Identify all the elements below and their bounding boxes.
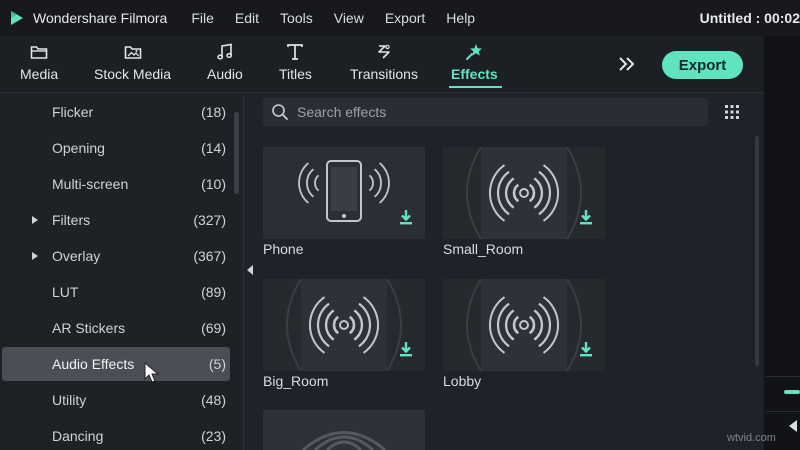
effect-thumbnail[interactable]	[263, 279, 425, 371]
active-tab-indicator	[449, 86, 502, 88]
menu-list: File Edit Tools View Export Help	[191, 10, 496, 26]
preview-progress-bar[interactable]	[766, 376, 800, 412]
collapse-sidebar-icon[interactable]	[247, 265, 253, 275]
sidebar-item-label: Overlay	[52, 248, 101, 264]
tab-effects[interactable]: Effects	[451, 41, 498, 82]
tab-transitions-label: Transitions	[350, 66, 418, 82]
effect-tile-big-room[interactable]: Big_Room	[263, 279, 425, 403]
search-box	[263, 98, 708, 126]
project-title: Untitled : 00:02	[699, 10, 800, 26]
sidebar-item-dancing[interactable]: Dancing (23)	[0, 419, 230, 450]
watermark: wtvid.com	[727, 432, 776, 444]
effect-tile-lobby[interactable]: Lobby	[443, 279, 605, 403]
effect-tile-small-room[interactable]: Small_Room	[443, 147, 605, 271]
tab-titles[interactable]: Titles	[279, 41, 312, 82]
menu-tools[interactable]: Tools	[280, 10, 313, 26]
preview-progress-fill	[784, 390, 800, 394]
sidebar-item-count: (89)	[201, 284, 226, 300]
effect-name: Small_Room	[443, 241, 524, 257]
tab-media-label: Media	[20, 66, 59, 82]
sidebar-item-count: (23)	[201, 428, 226, 444]
sidebar-item-label: Filters	[52, 212, 91, 228]
sidebar-item-count: (69)	[201, 320, 226, 336]
sidebar-item-lut[interactable]: LUT (89)	[0, 275, 230, 309]
more-modules-button[interactable]	[615, 52, 639, 76]
tab-media[interactable]: Media	[20, 41, 58, 82]
tab-audio-label: Audio	[207, 66, 243, 82]
double-chevron-right-icon	[619, 57, 635, 71]
tab-effects-label: Effects	[451, 66, 498, 82]
app-name: Wondershare Filmora	[33, 10, 168, 26]
filmora-logo-icon	[9, 10, 25, 26]
expand-arrow-icon[interactable]	[32, 216, 38, 224]
music-note-icon	[216, 41, 234, 63]
effect-thumbnail-partial[interactable]	[263, 410, 425, 450]
effect-thumbnail[interactable]	[443, 279, 605, 371]
download-icon[interactable]	[399, 341, 413, 362]
transitions-icon	[375, 41, 393, 63]
sound-waves-icon	[302, 431, 386, 450]
menu-export[interactable]: Export	[385, 10, 425, 26]
preview-prev-icon[interactable]	[789, 420, 797, 432]
search-input[interactable]	[297, 98, 697, 126]
sidebar-item-audio-effects[interactable]: Audio Effects (5)	[2, 347, 230, 381]
tab-stock-media-label: Stock Media	[94, 66, 172, 82]
effect-name: Lobby	[443, 373, 482, 389]
menu-help[interactable]: Help	[446, 10, 475, 26]
tab-stock-media[interactable]: Stock Media	[94, 41, 171, 82]
sidebar-item-opening[interactable]: Opening (14)	[0, 131, 230, 165]
sidebar-item-count: (48)	[201, 392, 226, 408]
sidebar-item-count: (10)	[201, 176, 226, 192]
tab-audio[interactable]: Audio	[207, 41, 243, 82]
effect-name: Big_Room	[263, 373, 329, 389]
sidebar-item-label: AR Stickers	[52, 320, 126, 336]
effect-tile-phone[interactable]: Phone	[263, 147, 425, 271]
sidebar-item-utility[interactable]: Utility (48)	[0, 383, 230, 417]
download-icon[interactable]	[579, 209, 593, 230]
tab-titles-label: Titles	[279, 66, 312, 82]
sidebar-item-flicker[interactable]: Flicker (18)	[0, 95, 230, 129]
text-t-icon	[286, 41, 304, 63]
effect-thumbnail[interactable]	[263, 147, 425, 239]
sidebar-item-label: Utility	[52, 392, 87, 408]
menu-view[interactable]: View	[334, 10, 364, 26]
sidebar-item-multi-screen[interactable]: Multi-screen (10)	[0, 167, 230, 201]
sidebar-item-overlay[interactable]: Overlay (367)	[0, 239, 230, 273]
folder-icon	[30, 41, 48, 63]
sidebar-item-label: Audio Effects	[52, 356, 135, 372]
sidebar-item-count: (5)	[208, 356, 226, 372]
expand-arrow-icon[interactable]	[32, 252, 38, 260]
sidebar-item-count: (327)	[193, 212, 226, 228]
sidebar-item-label: Dancing	[52, 428, 104, 444]
export-button[interactable]: Export	[662, 51, 743, 79]
stock-media-icon	[124, 41, 142, 63]
mouse-cursor-icon	[144, 362, 160, 383]
download-icon[interactable]	[399, 209, 413, 230]
sidebar-item-label: Flicker	[52, 104, 94, 120]
effect-name: Phone	[263, 241, 304, 257]
effect-thumbnail[interactable]	[443, 147, 605, 239]
filmora-window: Wondershare Filmora File Edit Tools View…	[0, 0, 800, 450]
menu-edit[interactable]: Edit	[235, 10, 259, 26]
tab-transitions[interactable]: Transitions	[350, 41, 418, 82]
search-icon	[271, 103, 289, 126]
sidebar-item-label: Multi-screen	[52, 176, 129, 192]
sidebar-item-label: LUT	[52, 284, 79, 300]
effects-grid-scrollbar[interactable]	[755, 136, 759, 366]
effects-star-icon	[465, 41, 483, 63]
module-toolbar: Media Stock Media Audio Titles Transitio…	[0, 36, 764, 93]
sidebar-item-count: (18)	[201, 104, 226, 120]
sidebar-item-count: (14)	[201, 140, 226, 156]
download-icon[interactable]	[579, 341, 593, 362]
sidebar-scrollbar[interactable]	[234, 112, 239, 194]
menu-file[interactable]: File	[191, 10, 214, 26]
grid-view-icon[interactable]	[724, 104, 740, 125]
menu-bar: Wondershare Filmora File Edit Tools View…	[0, 0, 800, 36]
sidebar-item-ar-stickers[interactable]: AR Stickers (69)	[0, 311, 230, 345]
sidebar-item-count: (367)	[193, 248, 226, 264]
sidebar-item-label: Opening	[52, 140, 105, 156]
sidebar-item-filters[interactable]: Filters (327)	[0, 203, 230, 237]
